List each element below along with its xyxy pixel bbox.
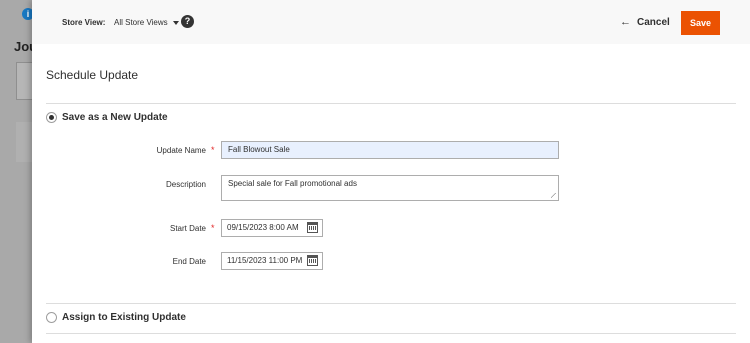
description-textarea[interactable]: Special sale for Fall promotional ads bbox=[221, 175, 559, 201]
description-value: Special sale for Fall promotional ads bbox=[228, 179, 357, 188]
store-view-switcher[interactable]: All Store Views bbox=[114, 18, 179, 27]
help-icon[interactable]: ? bbox=[181, 15, 194, 28]
divider bbox=[46, 103, 736, 104]
divider bbox=[46, 333, 736, 334]
update-name-label: Update Name bbox=[156, 146, 206, 155]
required-marker: * bbox=[211, 223, 215, 233]
chevron-down-icon bbox=[172, 20, 179, 25]
existing-update-option[interactable]: Assign to Existing Update bbox=[46, 312, 186, 323]
arrow-left-icon: ← bbox=[620, 16, 631, 28]
cancel-button-label: Cancel bbox=[637, 17, 670, 28]
save-button[interactable]: Save bbox=[681, 11, 720, 35]
new-update-radio[interactable] bbox=[46, 112, 57, 123]
existing-update-label: Assign to Existing Update bbox=[62, 312, 186, 323]
existing-update-radio[interactable] bbox=[46, 312, 57, 323]
divider bbox=[46, 303, 736, 304]
schedule-update-modal: Store View: All Store Views ? ← Cancel Sa… bbox=[32, 0, 750, 343]
modal-toolbar: Store View: All Store Views ? ← Cancel Sa… bbox=[32, 0, 750, 44]
calendar-icon[interactable] bbox=[307, 255, 318, 266]
description-label: Description bbox=[165, 180, 206, 189]
required-marker: * bbox=[211, 145, 215, 155]
cancel-button[interactable]: ← Cancel bbox=[620, 16, 670, 28]
start-date-label: Start Date bbox=[169, 224, 206, 233]
resize-grip-icon[interactable] bbox=[551, 193, 556, 198]
store-view-label: Store View: bbox=[62, 18, 106, 27]
update-name-input[interactable]: Fall Blowout Sale bbox=[221, 141, 559, 159]
new-update-label: Save as a New Update bbox=[62, 112, 168, 123]
modal-title: Schedule Update bbox=[46, 68, 139, 82]
store-view-value: All Store Views bbox=[114, 18, 168, 27]
calendar-icon[interactable] bbox=[307, 222, 318, 233]
end-date-label: End Date bbox=[172, 257, 206, 266]
new-update-option[interactable]: Save as a New Update bbox=[46, 112, 168, 123]
